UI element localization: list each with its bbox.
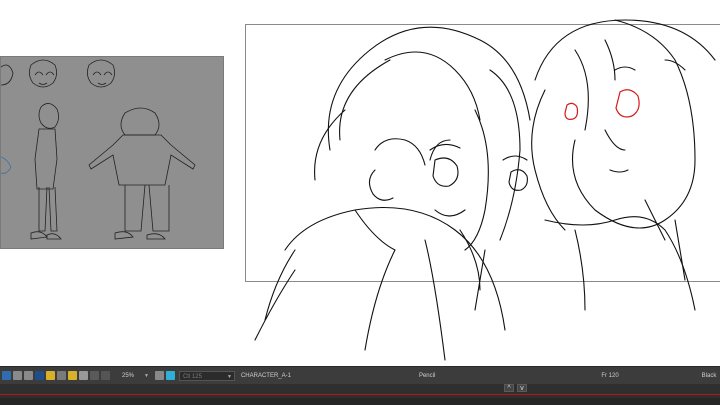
view-mode-icon[interactable] xyxy=(2,371,11,380)
timeline-expand-up-button[interactable]: ^ xyxy=(504,384,514,392)
onion-skin-icon[interactable] xyxy=(35,371,44,380)
timeline-collapse-down-button[interactable]: v xyxy=(517,384,527,392)
timeline-playhead-line xyxy=(0,394,720,395)
frame-input[interactable]: Ctl 125 ▼ xyxy=(178,370,235,382)
reference-image-panel[interactable] xyxy=(0,56,224,249)
timeline-track[interactable] xyxy=(0,398,720,405)
mask-icon[interactable] xyxy=(90,371,99,380)
light-table-icon[interactable] xyxy=(57,371,66,380)
frame-dropdown-icon[interactable]: ▼ xyxy=(227,372,232,382)
safe-area-icon[interactable] xyxy=(24,371,33,380)
lock-icon[interactable] xyxy=(46,371,55,380)
character-turnaround-sketch xyxy=(1,59,196,240)
current-frame: Fr 120 xyxy=(601,372,619,379)
lightning-icon[interactable] xyxy=(68,371,77,380)
timeline-panel[interactable]: ^ v xyxy=(0,384,720,405)
current-tool: Pencil xyxy=(418,372,436,379)
rotate-view-icon[interactable] xyxy=(154,371,164,380)
gear-icon[interactable] xyxy=(165,371,175,380)
zoom-dropdown-icon[interactable]: ▼ xyxy=(144,373,149,379)
drawing-canvas[interactable] xyxy=(0,0,720,366)
current-element: CHARACTER_A-1 xyxy=(240,372,291,379)
color-mode-icon[interactable] xyxy=(101,371,110,380)
character-sketch-drawing xyxy=(254,19,716,361)
frame-input-placeholder: Ctl 125 xyxy=(182,373,202,380)
status-bar: 25% ▼ Ctl 125 ▼ CHARACTER_A-1 Pencil Fr … xyxy=(0,366,720,384)
zoom-level[interactable]: 25% xyxy=(122,373,142,379)
grid-icon[interactable] xyxy=(13,371,22,380)
reset-view-icon[interactable] xyxy=(79,371,88,380)
current-color: Black xyxy=(701,372,717,379)
